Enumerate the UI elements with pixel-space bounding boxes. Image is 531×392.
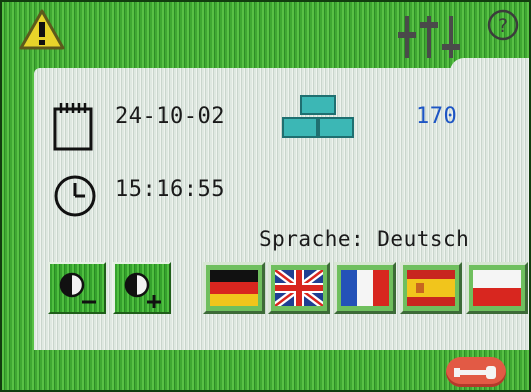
screen-bezel bbox=[0, 0, 531, 392]
screen: ? 24-10-02 170 15:16:55 Sprache: Deutsch bbox=[0, 0, 531, 392]
